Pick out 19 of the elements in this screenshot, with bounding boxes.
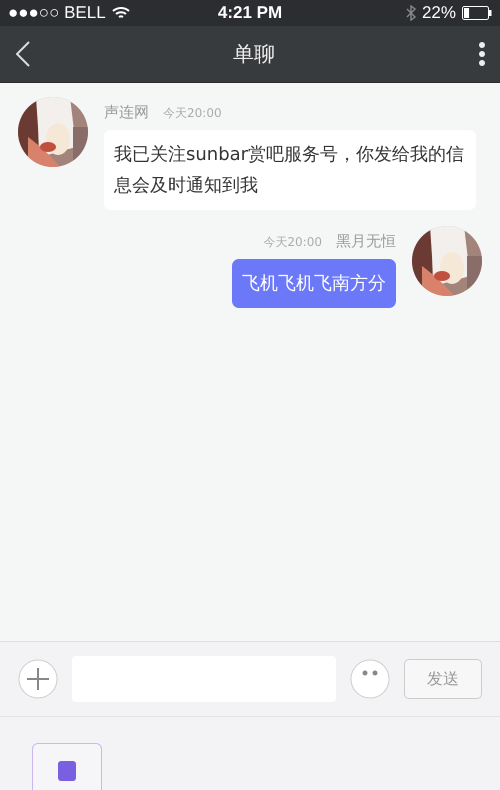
battery-percent: 22% — [422, 3, 456, 23]
message-time: 今天20:00 — [263, 234, 322, 251]
emoji-button[interactable] — [350, 659, 390, 699]
message-bubble: 我已关注sunbar赏吧服务号，你发给我的信息会及时通知到我 — [104, 130, 476, 210]
back-button[interactable] — [16, 41, 30, 67]
add-button[interactable] — [18, 659, 58, 699]
image-icon — [58, 761, 76, 781]
message-time: 今天20:00 — [163, 105, 222, 122]
sender-name: 声连网 — [104, 103, 149, 122]
bluetooth-icon — [406, 5, 416, 21]
wifi-icon — [112, 6, 130, 20]
send-button[interactable]: 发送 — [404, 659, 482, 699]
nav-title: 单聊 — [233, 41, 275, 68]
more-button[interactable] — [478, 42, 486, 66]
clock: 4:21 PM — [218, 3, 282, 23]
message-bubble: 飞机飞机飞南方分 — [232, 259, 396, 308]
battery-icon — [462, 6, 492, 20]
sender-name: 黑月无恒 — [336, 232, 396, 251]
carrier-label: ●●●○○ BELL — [8, 3, 106, 23]
